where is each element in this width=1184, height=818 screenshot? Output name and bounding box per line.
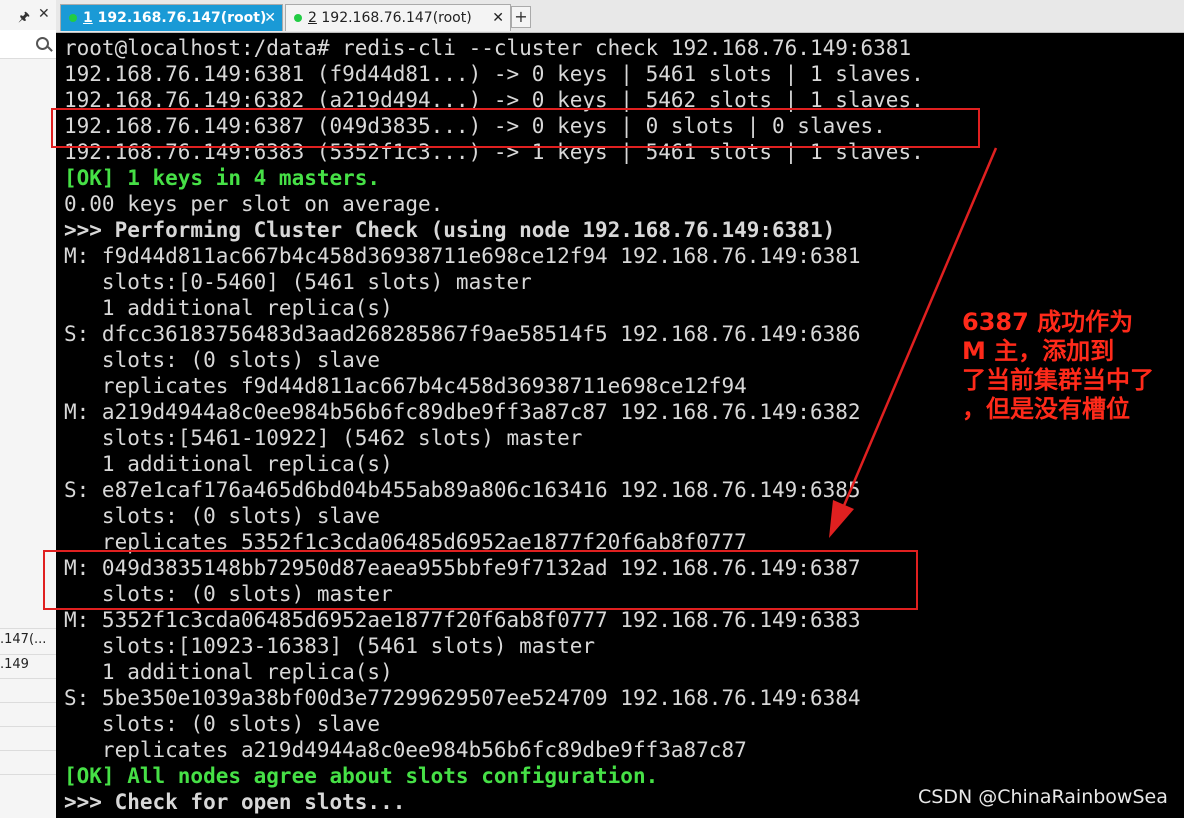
watermark: CSDN @ChinaRainbowSea: [918, 786, 1168, 808]
annotation-note: 6387 成功作为 M 主，添加到 了当前集群当中了 ，但是没有槽位: [962, 308, 1177, 424]
annotation-line: ，但是没有槽位: [962, 395, 1130, 423]
annotation-line: M 主，添加到: [962, 337, 1115, 365]
annotation-line: 6387 成功作为: [962, 308, 1134, 336]
annotation-line: 了当前集群当中了: [962, 366, 1154, 394]
